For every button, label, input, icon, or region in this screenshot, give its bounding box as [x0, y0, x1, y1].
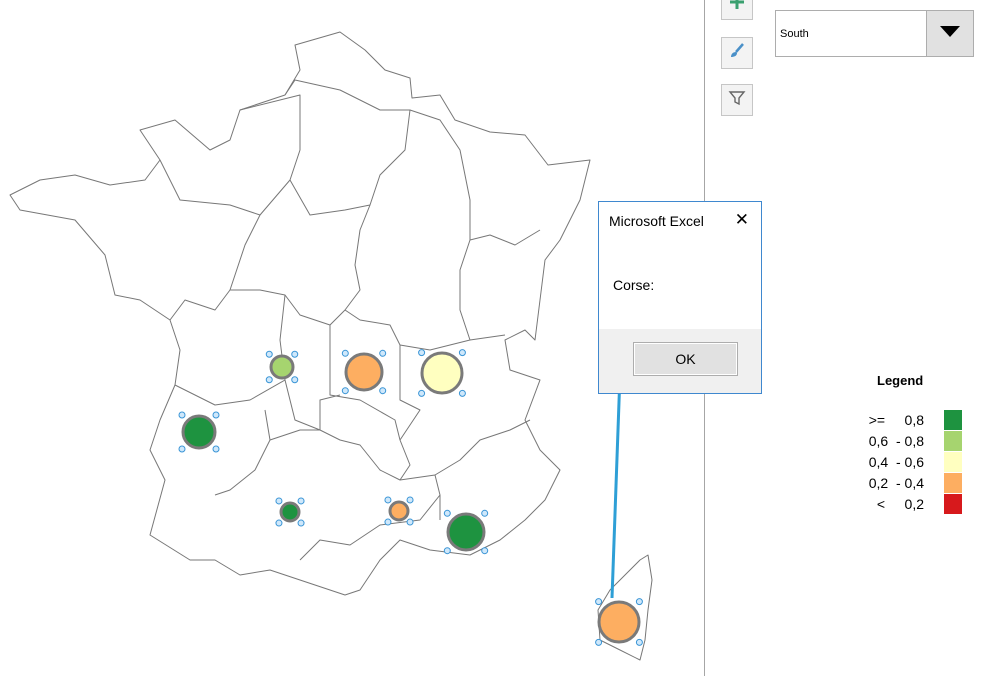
plus-icon — [728, 0, 746, 16]
resize-handle[interactable] — [406, 496, 414, 504]
add-button[interactable] — [721, 0, 753, 20]
resize-handle[interactable] — [291, 350, 299, 358]
resize-handle[interactable] — [178, 445, 186, 453]
legend-row: 0,2 - 0,4 — [840, 473, 964, 493]
legend-label: 0,2 - 0,4 — [868, 475, 924, 491]
legend-label: < 0,2 — [876, 496, 924, 512]
legend-row: >= 0,8 — [840, 410, 964, 430]
dialog-footer: OK — [599, 329, 761, 393]
resize-handle[interactable] — [443, 509, 451, 517]
resize-handle[interactable] — [341, 349, 349, 357]
resize-handle[interactable] — [212, 445, 220, 453]
legend-label: >= 0,8 — [868, 412, 924, 428]
region-marker-corse[interactable] — [597, 600, 641, 644]
region-select-value: South — [780, 28, 809, 40]
resize-handle[interactable] — [418, 389, 426, 397]
region-marker-bourgogne[interactable] — [420, 351, 464, 395]
resize-handle[interactable] — [265, 376, 273, 384]
resize-handle[interactable] — [297, 519, 305, 527]
resize-handle[interactable] — [443, 547, 451, 555]
resize-handle[interactable] — [595, 638, 603, 646]
legend-swatch — [944, 431, 962, 451]
resize-handle[interactable] — [481, 547, 489, 555]
format-button[interactable] — [721, 37, 753, 69]
legend-label: 0,6 - 0,8 — [868, 433, 924, 449]
resize-handle[interactable] — [212, 411, 220, 419]
resize-handle[interactable] — [178, 411, 186, 419]
region-marker-midi-pyrenees[interactable] — [279, 501, 301, 523]
filter-button[interactable] — [721, 84, 753, 116]
resize-handle[interactable] — [595, 598, 603, 606]
chevron-down-icon — [940, 25, 960, 43]
resize-handle[interactable] — [379, 349, 387, 357]
region-marker-aquitaine[interactable] — [181, 414, 217, 450]
legend-swatch — [944, 494, 962, 514]
legend-swatch — [944, 410, 962, 430]
legend-row: 0,4 - 0,6 — [840, 452, 964, 472]
legend-label: 0,4 - 0,6 — [868, 454, 924, 470]
resize-handle[interactable] — [418, 349, 426, 357]
ok-button[interactable]: OK — [633, 342, 738, 376]
resize-handle[interactable] — [458, 389, 466, 397]
paintbrush-icon — [727, 41, 747, 66]
resize-handle[interactable] — [379, 387, 387, 395]
region-marker-languedoc[interactable] — [388, 500, 410, 522]
dialog-title: Microsoft Excel — [609, 213, 704, 229]
legend-swatch — [944, 473, 962, 493]
resize-handle[interactable] — [481, 509, 489, 517]
legend-title: Legend — [877, 373, 924, 388]
message-dialog: Microsoft Excel ✕ Corse: OK — [598, 201, 762, 394]
resize-handle[interactable] — [275, 497, 283, 505]
resize-handle[interactable] — [265, 350, 273, 358]
resize-handle[interactable] — [384, 496, 392, 504]
filter-icon — [728, 89, 746, 112]
resize-handle[interactable] — [635, 638, 643, 646]
close-icon[interactable]: ✕ — [735, 210, 749, 230]
legend-row: 0,6 - 0,8 — [840, 431, 964, 451]
resize-handle[interactable] — [635, 598, 643, 606]
resize-handle[interactable] — [297, 497, 305, 505]
resize-handle[interactable] — [275, 519, 283, 527]
resize-handle[interactable] — [341, 387, 349, 395]
resize-handle[interactable] — [458, 349, 466, 357]
region-borders — [9, 31, 653, 661]
resize-handle[interactable] — [384, 518, 392, 526]
legend-row: < 0,2 — [840, 494, 964, 514]
region-marker-pays-de-la-loire[interactable] — [269, 354, 295, 380]
region-select[interactable]: South — [775, 10, 974, 57]
region-marker-paca[interactable] — [446, 512, 486, 552]
dropdown-button[interactable] — [926, 11, 973, 56]
legend-swatch — [944, 452, 962, 472]
region-marker-centre[interactable] — [344, 352, 384, 392]
dialog-message: Corse: — [613, 277, 655, 293]
resize-handle[interactable] — [291, 376, 299, 384]
region-markers — [178, 349, 643, 646]
resize-handle[interactable] — [406, 518, 414, 526]
